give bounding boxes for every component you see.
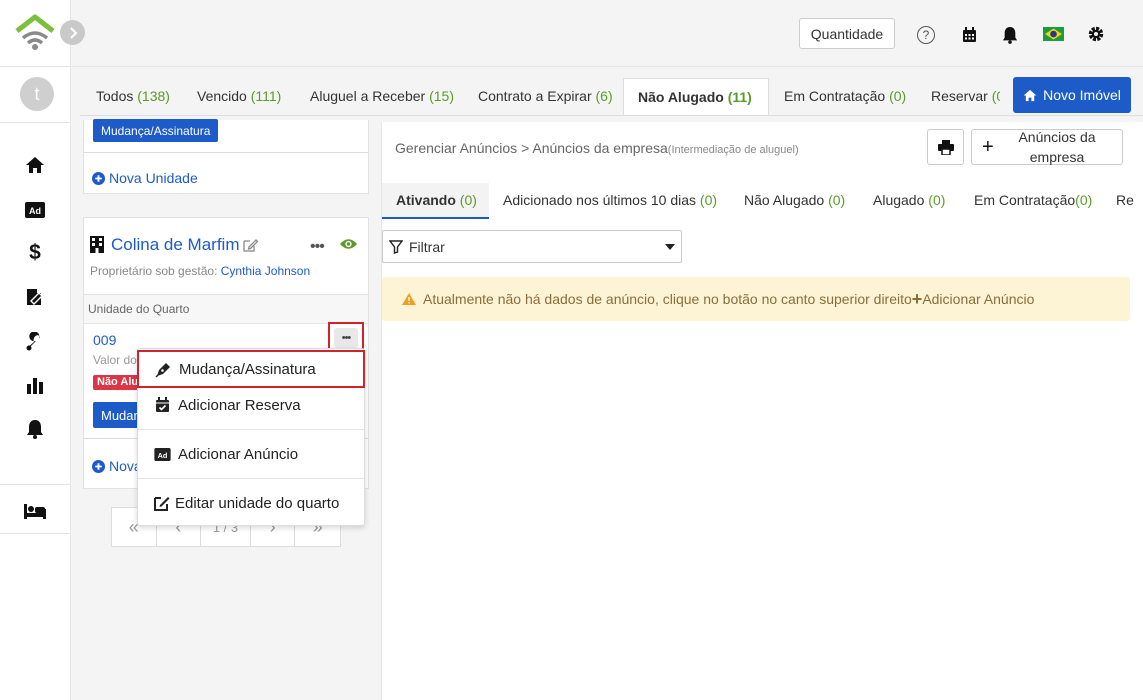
menu-item-label: Mudança/Assinatura [179, 360, 316, 378]
tabs-divider [80, 115, 1143, 116]
warning-icon [402, 293, 416, 305]
subtab-ativando[interactable]: Ativando (0) [382, 183, 489, 219]
subtab-more[interactable]: Re [1116, 183, 1134, 219]
ad-icon: Ad [152, 444, 172, 464]
menu-item-label: Editar unidade do quarto [175, 494, 340, 512]
alert-add-ad-link[interactable]: Adicionar Anúncio [922, 291, 1034, 307]
wrench-icon[interactable] [22, 330, 48, 354]
plus-circle-icon [92, 459, 105, 473]
tab-reservar[interactable]: Reservar (0) [931, 78, 1000, 116]
bell-icon[interactable] [22, 417, 48, 441]
filter-icon [389, 239, 403, 254]
tab-todos[interactable]: Todos (138) [96, 78, 170, 116]
calendar-icon[interactable] [962, 27, 977, 46]
empty-alert: Atualmente não há dados de anúncio, cliq… [382, 277, 1130, 321]
more-options-icon[interactable]: ••• [310, 238, 325, 256]
property-card-top: Mudança/Assinatura Nova Unidade [83, 119, 369, 194]
eye-icon[interactable] [339, 237, 358, 254]
contract-icon[interactable] [22, 285, 48, 309]
print-button[interactable] [927, 129, 964, 165]
unit-number[interactable]: 009 [93, 332, 116, 348]
unit-status-badge: Não Alu [93, 375, 143, 390]
property-name[interactable]: Colina de Marfim [111, 235, 240, 255]
logo-icon[interactable] [14, 14, 56, 52]
ad-icon[interactable]: Ad [22, 198, 48, 222]
menu-item-label: Adicionar Anúncio [178, 445, 299, 463]
unit-actions-menu: Mudança/Assinatura Adicionar Reserva Ad … [137, 348, 365, 526]
room-unit-header: Unidade do Quarto [88, 302, 190, 316]
filter-label: Filtrar [409, 238, 445, 255]
sidebar: t Ad $ [0, 0, 71, 700]
quantity-button[interactable]: Quantidade [799, 18, 895, 49]
menu-item-label: Adicionar Reserva [178, 396, 301, 414]
unit-value-label: Valor do [93, 353, 137, 367]
subtab-alugado[interactable]: Alugado (0) [873, 183, 945, 219]
home-icon[interactable] [22, 153, 48, 177]
chevron-down-icon [665, 244, 675, 250]
edit-icon[interactable] [243, 238, 259, 255]
building-icon [90, 236, 104, 256]
alert-text: Atualmente não há dados de anúncio, cliq… [423, 291, 912, 307]
breadcrumb-path: Gerenciar Anúncios > Anúncios da empresa [395, 140, 668, 156]
chevron-right-icon [69, 26, 77, 39]
avatar-letter: t [34, 83, 40, 104]
new-unit-link[interactable]: Nova Unidade [92, 170, 198, 186]
help-icon[interactable]: ? [917, 26, 935, 44]
sidebar-toggle-button[interactable] [60, 20, 85, 45]
change-signature-button[interactable]: Mudança/Assinatura [93, 119, 219, 142]
tab-aluguel-a-receber[interactable]: Aluguel a Receber (15) [310, 78, 454, 116]
dollar-icon[interactable]: $ [22, 241, 48, 265]
status-tabs: Todos (138) Vencido (111) Aluguel a Rece… [80, 78, 1000, 116]
plus-icon: + [911, 289, 923, 309]
plus-icon: + [982, 135, 994, 158]
bell-icon[interactable] [1002, 26, 1018, 47]
tab-vencido[interactable]: Vencido (111) [197, 78, 281, 116]
gear-icon[interactable] [1087, 25, 1105, 46]
home-icon [1023, 89, 1037, 101]
menu-item-change-signature[interactable]: Mudança/Assinatura [137, 350, 365, 388]
edit-icon [152, 493, 172, 513]
ads-panel: Gerenciar Anúncios > Anúncios da empresa… [381, 122, 1143, 700]
new-property-button[interactable]: Novo Imóvel [1013, 77, 1131, 113]
company-ads-label: Anúncios da empresa [1018, 129, 1096, 165]
chart-icon[interactable] [22, 373, 48, 397]
owner-name[interactable]: Cynthia Johnson [221, 264, 310, 278]
bed-icon[interactable] [22, 499, 48, 523]
menu-item-add-ad[interactable]: Ad Adicionar Anúncio [138, 436, 364, 472]
svg-text:Ad: Ad [157, 450, 167, 459]
calendar-check-icon [152, 395, 172, 415]
pen-icon [153, 359, 173, 379]
print-icon [937, 139, 954, 155]
menu-item-add-reservation[interactable]: Adicionar Reserva [138, 387, 364, 423]
filter-dropdown[interactable]: Filtrar [382, 230, 682, 263]
tab-em-contratacao[interactable]: Em Contratação (0) [784, 78, 906, 116]
new-property-label: Novo Imóvel [1043, 87, 1121, 103]
company-ads-button[interactable]: + Anúncios da empresa [971, 129, 1123, 165]
new-unit-label: Nova Unidade [109, 170, 198, 186]
subtab-nao-alugado[interactable]: Não Alugado (0) [744, 183, 845, 219]
subtab-em-contratacao[interactable]: Em Contratação(0) [974, 183, 1092, 219]
avatar[interactable]: t [20, 77, 54, 111]
breadcrumb: Gerenciar Anúncios > Anúncios da empresa… [395, 140, 799, 156]
menu-item-edit-room-unit[interactable]: Editar unidade do quarto [138, 485, 364, 521]
brazil-flag-icon[interactable] [1043, 27, 1064, 44]
tab-contrato-a-expirar[interactable]: Contrato a Expirar (6) [478, 78, 613, 116]
tab-nao-alugado[interactable]: Não Alugado (11) [623, 78, 769, 116]
svg-text:Ad: Ad [29, 206, 41, 216]
subtab-adicionado-ultimos-10-dias[interactable]: Adicionado nos últimos 10 dias (0) [503, 183, 717, 219]
breadcrumb-note: (Intermediação de aluguel) [667, 144, 799, 156]
plus-circle-icon [92, 171, 105, 185]
more-options-icon: ••• [334, 328, 358, 348]
owner-label: Proprietário sob gestão: [90, 264, 218, 278]
new-unit-link-bottom[interactable]: Nova [92, 458, 142, 474]
